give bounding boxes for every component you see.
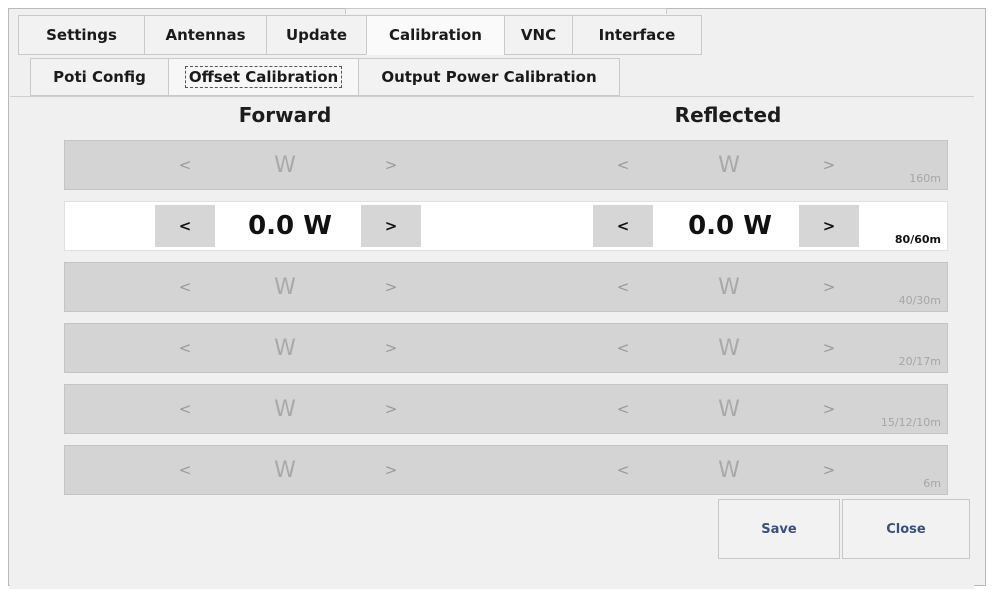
band-row-80-60m: < 0.0 W > < 0.0 W > 80/60m (64, 201, 948, 251)
subtab-offset-calibration-label: Offset Calibration (184, 66, 343, 88)
reflected-increase-button[interactable]: > (799, 263, 859, 311)
tab-update[interactable]: Update (266, 15, 366, 55)
band-row-15-12-10m: < W > < W > 15/12/10m (64, 384, 948, 434)
forward-value: W (274, 335, 296, 361)
reflected-value: W (718, 274, 740, 300)
band-row-160m: < W > < W > 160m (64, 140, 948, 190)
forward-increase-button[interactable]: > (361, 141, 421, 189)
tab-vnc[interactable]: VNC (504, 15, 572, 55)
band-label: 40/30m (898, 294, 941, 307)
band-label: 80/60m (894, 233, 941, 246)
close-button[interactable]: Close (842, 499, 970, 559)
reflected-value: 0.0 W (688, 211, 772, 241)
band-label: 15/12/10m (880, 416, 941, 429)
reflected-increase-button[interactable]: > (799, 141, 859, 189)
subtab-output-power-calibration[interactable]: Output Power Calibration (358, 58, 620, 96)
forward-heading: Forward (238, 103, 332, 127)
forward-increase-button[interactable]: > (361, 263, 421, 311)
reflected-decrease-button[interactable]: < (593, 324, 653, 372)
forward-value: 0.0 W (248, 211, 332, 241)
reflected-decrease-button[interactable]: < (593, 205, 653, 247)
forward-value: W (274, 152, 296, 178)
sub-tab-bar: Poti Config Offset Calibration Output Po… (30, 58, 620, 96)
reflected-decrease-button[interactable]: < (593, 141, 653, 189)
main-tab-bar: Settings Antennas Update Calibration VNC… (18, 15, 702, 55)
band-label: 20/17m (898, 355, 941, 368)
forward-increase-button[interactable]: > (361, 385, 421, 433)
band-row-40-30m: < W > < W > 40/30m (64, 262, 948, 312)
subtab-poti-config[interactable]: Poti Config (30, 58, 168, 96)
reflected-increase-button[interactable]: > (799, 385, 859, 433)
save-button[interactable]: Save (718, 499, 840, 559)
window-top-strip (345, 8, 667, 14)
forward-value: W (274, 274, 296, 300)
reflected-increase-button[interactable]: > (799, 446, 859, 494)
tab-calibration[interactable]: Calibration (366, 15, 504, 55)
reflected-decrease-button[interactable]: < (593, 385, 653, 433)
reflected-value: W (718, 152, 740, 178)
forward-value: W (274, 396, 296, 422)
forward-decrease-button[interactable]: < (155, 205, 215, 247)
tab-interface[interactable]: Interface (572, 15, 702, 55)
reflected-decrease-button[interactable]: < (593, 263, 653, 311)
forward-increase-button[interactable]: > (361, 205, 421, 247)
reflected-heading: Reflected (674, 103, 782, 127)
reflected-decrease-button[interactable]: < (593, 446, 653, 494)
forward-increase-button[interactable]: > (361, 324, 421, 372)
reflected-value: W (718, 457, 740, 483)
band-row-6m: < W > < W > 6m (64, 445, 948, 495)
tab-settings[interactable]: Settings (18, 15, 144, 55)
band-label: 160m (909, 172, 941, 185)
tab-antennas[interactable]: Antennas (144, 15, 266, 55)
forward-decrease-button[interactable]: < (155, 324, 215, 372)
reflected-increase-button[interactable]: > (799, 324, 859, 372)
subtab-offset-calibration[interactable]: Offset Calibration (168, 58, 358, 96)
forward-decrease-button[interactable]: < (155, 385, 215, 433)
band-label: 6m (923, 477, 941, 490)
reflected-increase-button[interactable]: > (799, 205, 859, 247)
reflected-value: W (718, 335, 740, 361)
forward-decrease-button[interactable]: < (155, 446, 215, 494)
forward-decrease-button[interactable]: < (155, 263, 215, 311)
forward-value: W (274, 457, 296, 483)
forward-decrease-button[interactable]: < (155, 141, 215, 189)
band-row-20-17m: < W > < W > 20/17m (64, 323, 948, 373)
reflected-value: W (718, 396, 740, 422)
forward-increase-button[interactable]: > (361, 446, 421, 494)
